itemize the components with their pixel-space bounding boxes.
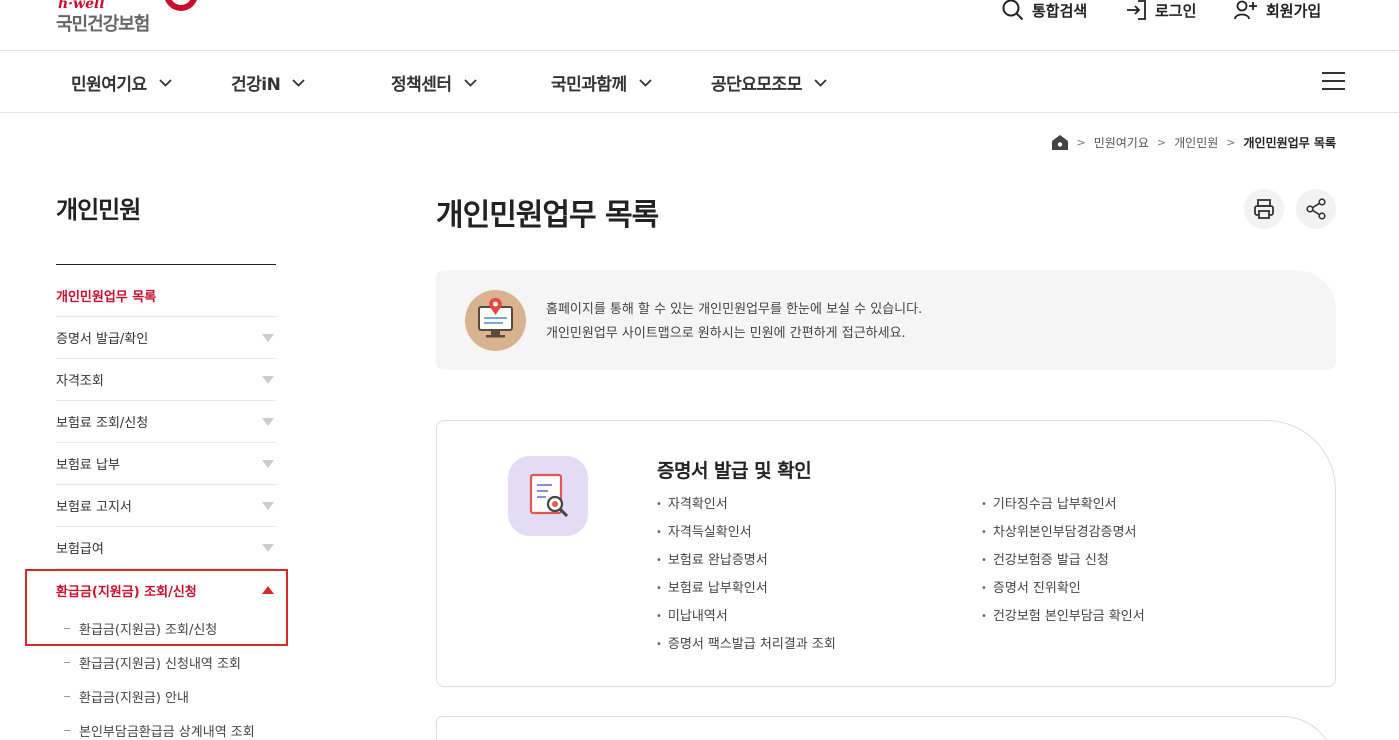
menu-icon[interactable] — [1322, 72, 1345, 90]
sidebar-menu: 개인민원업무 목록 증명서 발급/확인 자격조회 보험료 조회/신청 보험료 납… — [56, 275, 276, 740]
add-user-icon — [1234, 0, 1257, 20]
triangle-down-icon — [262, 333, 274, 342]
search-label: 통합검색 — [1032, 1, 1088, 20]
breadcrumb-item[interactable]: 개인민원 — [1174, 134, 1218, 151]
chevron-down-icon — [292, 78, 305, 87]
gnb-item-label: 공단요모조모 — [711, 75, 802, 95]
chevron-down-icon — [463, 78, 477, 87]
chevron-right-icon: > — [1076, 136, 1086, 149]
card-link[interactable]: 보험료 납부확인서 — [656, 575, 836, 603]
search-icon — [1002, 0, 1024, 21]
sidebar-item-premium-payment[interactable]: 보험료 납부 — [56, 443, 276, 485]
chevron-down-icon — [814, 78, 827, 87]
print-icon — [1254, 199, 1274, 219]
page-title: 개인민원업무 목록 — [436, 198, 659, 233]
sidebar-item-benefits[interactable]: 보험급여 — [56, 527, 276, 569]
sidebar-title: 개인민원 — [56, 196, 141, 224]
card-link[interactable]: 미납내역서 — [656, 603, 836, 631]
triangle-down-icon — [262, 417, 274, 426]
card-link[interactable]: 건강보험 본인부담금 확인서 — [981, 603, 1145, 631]
intro-text: 홈페이지를 통해 할 수 있는 개인민원업무를 한눈에 보실 수 있습니다. 개… — [546, 298, 922, 346]
gnb-item-label: 건강iN — [231, 75, 281, 95]
gnb-item-minwon[interactable]: 민원여기요 — [71, 70, 172, 95]
sidebar-item-label: 보험료 납부 — [56, 458, 120, 473]
card-link[interactable]: 증명서 진위확인 — [981, 575, 1145, 603]
global-nav: 민원여기요 건강iN 정책센터 국민과함께 공단요모조모 — [0, 51, 1399, 113]
sidebar-item-list[interactable]: 개인민원업무 목록 — [56, 275, 276, 317]
chevron-down-icon — [639, 78, 652, 87]
gnb-item-about[interactable]: 공단요모조모 — [711, 70, 827, 95]
submenu-item-label: 본인부담금환급금 상계내역 조회 — [79, 724, 255, 740]
dash-icon — [64, 661, 70, 663]
triangle-down-icon — [262, 459, 274, 468]
card-link[interactable]: 자격확인서 — [656, 491, 836, 519]
document-search-icon — [508, 456, 588, 536]
sidebar-item-label: 개인민원업무 목록 — [56, 290, 157, 305]
submenu-item-label: 환급금(지원금) 신청내역 조회 — [79, 656, 241, 672]
breadcrumb-item[interactable]: 민원여기요 — [1094, 134, 1149, 151]
nhis-logo[interactable]: h·well 국민건강보험 — [56, 0, 206, 36]
triangle-down-icon — [262, 375, 274, 384]
card-link[interactable]: 자격득실확인서 — [656, 519, 836, 547]
card-link[interactable]: 보험료 완납증명서 — [656, 547, 836, 575]
login-label: 로그인 — [1155, 1, 1197, 20]
print-button[interactable] — [1244, 189, 1284, 229]
top-header: h·well 국민건강보험 통합검색 로그인 회원가입 — [0, 0, 1399, 51]
gnb-item-policy[interactable]: 정책센터 — [391, 70, 477, 95]
service-card-certificate: 증명서 발급 및 확인 자격확인서 자격득실확인서 보험료 완납증명서 보험료 … — [436, 420, 1336, 687]
join-button[interactable]: 회원가입 — [1234, 0, 1321, 21]
chevron-right-icon: > — [1226, 136, 1236, 149]
monitor-location-icon — [465, 290, 526, 351]
gnb-item-label: 국민과함께 — [551, 75, 627, 95]
sidebar-item-certificate[interactable]: 증명서 발급/확인 — [56, 317, 276, 359]
login-button[interactable]: 로그인 — [1125, 0, 1196, 21]
intro-box: 홈페이지를 통해 할 수 있는 개인민원업무를 한눈에 보실 수 있습니다. 개… — [436, 270, 1336, 370]
dash-icon — [64, 695, 70, 697]
join-label: 회원가입 — [1266, 1, 1322, 20]
login-icon — [1127, 0, 1146, 20]
chevron-right-icon: > — [1156, 136, 1167, 149]
breadcrumb: > 민원여기요 > 개인민원 > 개인민원업무 목록 — [1052, 134, 1336, 151]
gnb-item-together[interactable]: 국민과함께 — [551, 70, 652, 95]
chevron-down-icon — [159, 78, 172, 87]
submenu-item-refund-guide[interactable]: 환급금(지원금) 안내 — [56, 679, 276, 713]
sidebar-item-label: 자격조회 — [56, 374, 104, 389]
gnb-item-label: 민원여기요 — [71, 75, 147, 95]
share-button[interactable] — [1296, 189, 1336, 229]
sidebar-divider — [56, 264, 276, 265]
breadcrumb-current: 개인민원업무 목록 — [1243, 136, 1337, 150]
card-link[interactable]: 건강보험증 발급 신청 — [981, 547, 1145, 575]
sidebar-item-label: 보험료 조회/신청 — [56, 416, 149, 431]
card-link-list: 자격확인서 자격득실확인서 보험료 완납증명서 보험료 납부확인서 미납내역서 … — [656, 491, 836, 659]
triangle-down-icon — [262, 501, 274, 510]
gnb-item-label: 정책센터 — [391, 75, 452, 95]
sidebar-item-premium-notice[interactable]: 보험료 고지서 — [56, 485, 276, 527]
sidebar-item-eligibility[interactable]: 자격조회 — [56, 359, 276, 401]
sidebar-item-label: 보험급여 — [56, 542, 104, 557]
integrated-search-button[interactable]: 통합검색 — [1002, 0, 1087, 21]
submenu-item-offset-history[interactable]: 본인부담금환급금 상계내역 조회 — [56, 713, 276, 740]
gnb-item-health-in[interactable]: 건강iN — [231, 70, 305, 95]
dash-icon — [64, 729, 70, 731]
submenu-item-refund-history[interactable]: 환급금(지원금) 신청내역 조회 — [56, 645, 276, 679]
card-link[interactable]: 기타징수금 납부확인서 — [981, 491, 1145, 519]
share-icon — [1306, 198, 1326, 220]
service-card-next — [436, 716, 1336, 740]
intro-line: 홈페이지를 통해 할 수 있는 개인민원업무를 한눈에 보실 수 있습니다. — [546, 302, 923, 317]
card-link-list: 기타징수금 납부확인서 차상위본인부담경감증명서 건강보험증 발급 신청 증명서… — [981, 491, 1145, 631]
triangle-down-icon — [262, 543, 274, 552]
highlight-box — [25, 569, 288, 646]
sidebar-item-label: 보험료 고지서 — [56, 500, 132, 515]
card-link[interactable]: 차상위본인부담경감증명서 — [981, 519, 1145, 547]
logo-symbol-icon — [165, 0, 197, 11]
intro-line: 개인민원업무 사이트맵으로 원하시는 민원에 간편하게 접근하세요. — [546, 326, 906, 341]
sidebar-item-label: 증명서 발급/확인 — [56, 332, 149, 347]
card-title: 증명서 발급 및 확인 — [657, 460, 812, 482]
card-link[interactable]: 증명서 팩스발급 처리결과 조회 — [656, 631, 836, 659]
submenu-item-label: 환급금(지원금) 안내 — [79, 690, 189, 706]
logo-name-text: 국민건강보험 — [56, 14, 150, 35]
home-icon[interactable] — [1052, 135, 1069, 150]
sidebar-item-premium-inquiry[interactable]: 보험료 조회/신청 — [56, 401, 276, 443]
